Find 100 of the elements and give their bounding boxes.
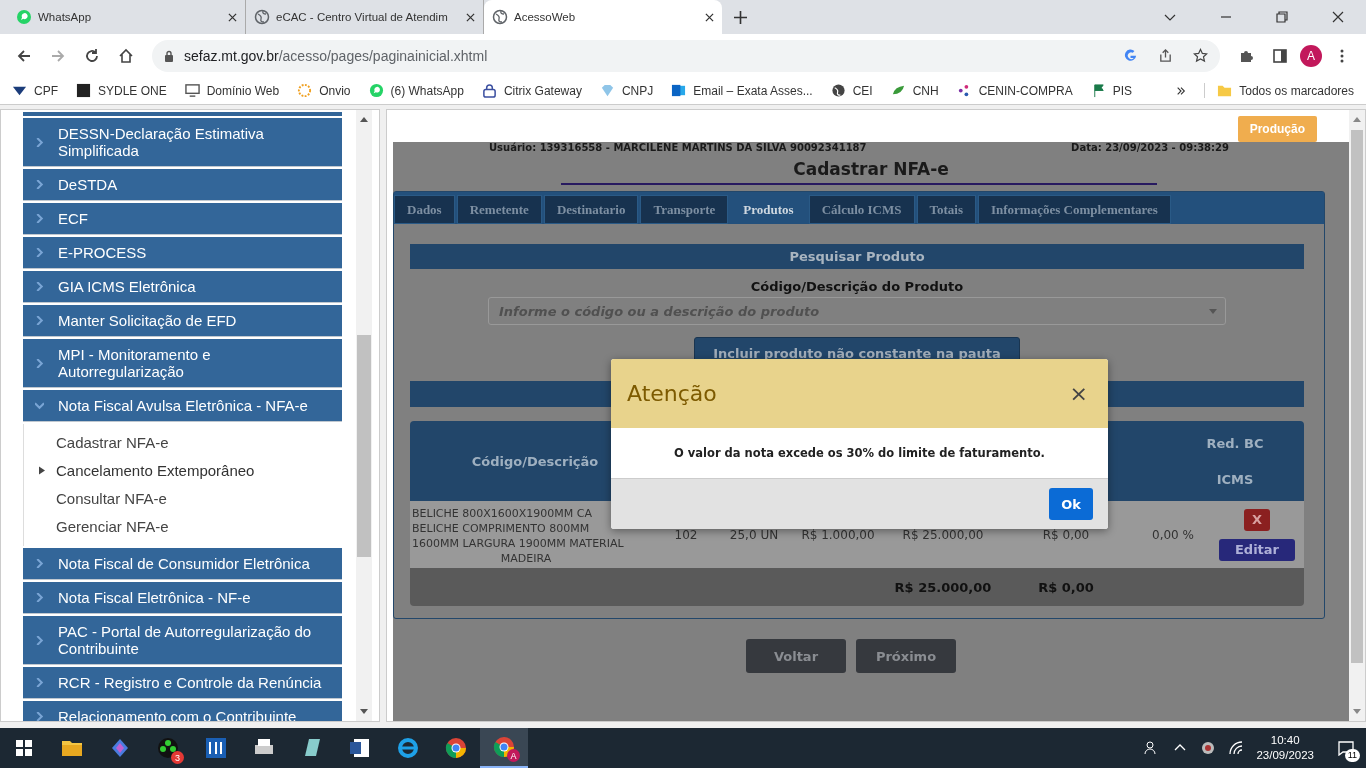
app-badge: A [507,749,520,762]
triangle-right-icon [39,465,45,475]
clock[interactable]: 10:40 23/09/2023 [1256,733,1314,763]
taskbar-app[interactable]: A [480,728,528,768]
globe-icon [830,83,846,98]
bookmark[interactable]: Email – Exata Asses... [671,83,813,98]
down-arrow-icon[interactable] [360,709,368,715]
wifi-icon[interactable] [1228,740,1245,756]
whatsapp-icon [368,83,384,98]
globe-icon [492,9,508,25]
bookmark[interactable]: Citrix Gateway [481,83,582,98]
close-button[interactable]: × [1065,381,1092,406]
delete-button[interactable]: X [1244,508,1270,531]
notification-count: 11 [1344,749,1360,762]
sidebar-item[interactable]: DESSN-Declaração Estimativa Simplificada [23,118,342,167]
sidebar-item[interactable]: ECF [23,203,342,235]
chevron-right-icon[interactable] [1176,85,1187,96]
bookmark-folder[interactable]: Todos os marcadores [1204,83,1354,98]
globe-icon [254,9,270,25]
user-info: Usuário: 139316558 - MARCILENE MARTINS DA SILVA 90092341187 [489,142,867,153]
dialog-title: Atenção [627,381,717,406]
field-label: Código/Descrição do Produto [749,279,965,294]
up-arrow-icon[interactable] [1353,116,1361,122]
form-tab[interactable]: Transporte [640,195,729,224]
up-arrow-icon[interactable] [360,116,368,122]
bookmark[interactable]: PIS [1090,83,1133,98]
notifications-button[interactable]: 11 [1326,728,1366,768]
close-icon[interactable] [466,12,475,22]
table-cell: 0,00 % [1152,527,1194,542]
sidebar-item[interactable]: RCR - Registro e Controle da Renúncia [23,667,342,699]
form-tab[interactable]: Dados [394,195,455,224]
submenu-item[interactable]: Cadastrar NFA-e [24,428,342,456]
lock-icon [481,83,497,98]
form-tab[interactable]: Cálculo ICMS [808,195,915,224]
column-header: Red. BC [1206,435,1264,451]
table-cell: R$ 1.000,00 [801,527,875,542]
nav-button[interactable]: Voltar [746,639,846,673]
caret-icon [1209,308,1217,314]
taskbar-app[interactable]: 3 [144,728,192,768]
sidebar-item[interactable]: Nota Fiscal Eletrônica - NF-e [23,582,342,614]
bookmark[interactable]: Domínio Web [184,83,280,98]
table-cell: 102 [674,527,698,542]
close-icon[interactable] [1332,11,1344,23]
close-icon[interactable] [228,12,237,22]
close-icon[interactable] [705,12,714,22]
sidebar-item[interactable]: Nota Fiscal Avulsa Eletrônica - NFA-e [23,390,342,422]
form-tab[interactable]: Remetente [456,195,542,224]
form-tab[interactable]: Totais [916,195,976,224]
sidebar-item[interactable]: E-PROCESS [23,237,342,269]
sidebar-item[interactable]: Manter Solicitação de EFD [23,305,342,337]
sidebar-item[interactable]: GIA ICMS Eletrônica [23,271,342,303]
scrollbar[interactable] [1349,110,1365,721]
bookmark[interactable]: CEI [830,83,873,98]
column-header: Código/Descrição [470,452,600,471]
submenu-item[interactable]: Consultar NFA-e [24,484,342,512]
sidebar-item[interactable]: DeSTDA [23,169,342,201]
google-icon[interactable] [1123,48,1138,63]
environment-badge: Produção [1237,116,1317,142]
square-icon [76,83,91,98]
sun-icon [297,83,313,98]
bookmark[interactable]: Onvio [297,83,351,98]
monitor-icon [184,83,200,98]
section-header: Pesquisar Produto [410,244,1304,269]
sidebar-item[interactable]: PAC - Portal de Autorregularização do Contribuinte [23,616,342,665]
down-arrow-icon[interactable] [1353,709,1361,715]
browser-e-icon [396,736,420,760]
ok-button[interactable]: Ok [1049,488,1093,520]
bookmark[interactable]: (6) WhatsApp [368,83,464,98]
share-icon[interactable] [1158,48,1173,63]
page-title: Cadastrar NFA-e [792,159,950,179]
nav-button[interactable]: Próximo [856,639,956,673]
submenu-item[interactable]: Cancelamento Extemporâneo [24,456,342,484]
dialog-message: O valor da nota excede os 30% do limite de faturamento. [674,446,1045,460]
bookmark[interactable]: SYDLE ONE [76,83,167,98]
bookmark[interactable]: CNH [890,83,939,98]
bookmark[interactable]: CNPJ [599,83,654,98]
new-tab-icon[interactable] [734,11,747,24]
browser-tab[interactable]: AcessoWeb [484,0,722,34]
mail-icon [671,83,687,98]
edit-button[interactable]: Editar [1219,538,1295,561]
star-icon[interactable] [1193,48,1208,63]
address-bar[interactable]: sefaz.mt.gov.br/acesso/pages/paginainicial.xhtml [152,39,1220,72]
sidebar-item[interactable]: Nota Fiscal de Consumidor Eletrônica [23,548,342,580]
bookmark[interactable]: CENIN-COMPRA [956,83,1073,98]
profile-avatar[interactable]: A [1300,44,1322,67]
table-cell: BELICHE COMPRIMENTO 800MM [412,520,590,536]
restore-icon[interactable] [1276,11,1288,23]
tools-icon [204,736,228,760]
table-cell: 1600MM LARGURA 1900MM MATERIAL [412,535,624,551]
form-tab[interactable]: Informações Complementares [978,195,1171,224]
scrollbar[interactable] [356,110,372,721]
form-tab[interactable]: Destinatario [543,195,639,224]
chrome-icon [444,736,468,760]
bookmark[interactable]: CPF [12,83,58,98]
sidebar-item[interactable]: MPI - Monitoramento e Autorregularização [23,339,342,388]
submenu-item[interactable]: Gerenciar NFA-e [24,512,342,540]
total-cell: R$ 0,00 [1038,579,1094,595]
table-cell: R$ 25.000,00 [902,527,984,542]
flower-icon [156,736,180,760]
app-badge: 3 [171,751,184,764]
